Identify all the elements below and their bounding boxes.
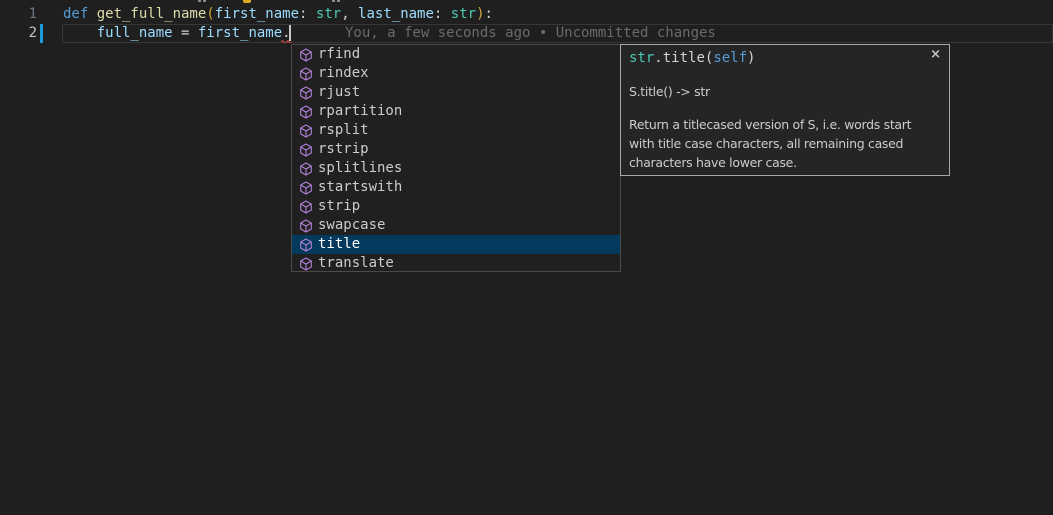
suggestion-item-strip[interactable]: strip (292, 197, 620, 216)
symbol-method-icon (299, 257, 313, 271)
clipped-text-artifact (198, 0, 201, 2)
doc-description: Return a titlecased version of S, i.e. w… (629, 115, 941, 172)
suggestion-label: translate (318, 254, 394, 273)
code-token: str (451, 6, 476, 22)
clipped-modified-dot-artifact (243, 0, 251, 3)
suggestion-item-title[interactable]: title (292, 235, 620, 254)
text-cursor (289, 25, 291, 41)
code-line-1[interactable]: def get_full_name(first_name: str, last_… (63, 5, 493, 24)
code-token: .title( (654, 50, 713, 66)
symbol-method-icon (299, 143, 313, 157)
symbol-method-icon (299, 238, 313, 252)
line-number-2: 2 (0, 24, 37, 43)
git-modified-gutter-indicator (40, 24, 43, 43)
suggestion-item-startswith[interactable]: startswith (292, 178, 620, 197)
suggestion-item-rindex[interactable]: rindex (292, 64, 620, 83)
doc-signature: str.title(self) (629, 49, 941, 68)
code-token: ) (476, 6, 484, 22)
suggestion-label: rpartition (318, 102, 402, 121)
symbol-method-icon (299, 105, 313, 119)
code-token (63, 25, 97, 41)
symbol-method-icon (299, 67, 313, 81)
code-token: : (485, 6, 493, 22)
doc-description-line: characters have lower case. (629, 153, 941, 172)
code-token: def (63, 6, 97, 22)
suggest-list: rfindrindexrjustrpartitionrsplitrstripsp… (292, 45, 620, 273)
suggest-widget: rfindrindexrjustrpartitionrsplitrstripsp… (291, 44, 621, 272)
suggestion-label: swapcase (318, 216, 385, 235)
code-token: str (316, 6, 341, 22)
close-icon[interactable]: × (930, 48, 941, 62)
suggest-docs-widget: str.title(self) S.title() -> str Return … (620, 44, 950, 176)
suggestion-label: rindex (318, 64, 369, 83)
symbol-method-icon (299, 124, 313, 138)
line-number-1: 1 (0, 5, 37, 24)
code-editor: 1 2 def get_full_name(first_name: str, l… (0, 0, 1053, 515)
suggestion-item-rpartition[interactable]: rpartition (292, 102, 620, 121)
git-blame-annotation: You, a few seconds ago • Uncommitted cha… (345, 24, 716, 43)
suggestion-item-rjust[interactable]: rjust (292, 83, 620, 102)
suggestion-item-rsplit[interactable]: rsplit (292, 121, 620, 140)
code-token: = (173, 25, 198, 41)
code-token: ( (206, 6, 214, 22)
suggestion-label: strip (318, 197, 360, 216)
code-token: first_name (198, 25, 282, 41)
code-token: last_name (358, 6, 434, 22)
suggestion-item-translate[interactable]: translate (292, 254, 620, 273)
suggestion-label: startswith (318, 178, 402, 197)
suggestion-item-swapcase[interactable]: swapcase (292, 216, 620, 235)
symbol-method-icon (299, 219, 313, 233)
suggestion-label: splitlines (318, 159, 402, 178)
suggestion-label: rstrip (318, 140, 369, 159)
suggestion-label: rfind (318, 45, 360, 64)
code-token: get_full_name (97, 6, 207, 22)
doc-returns-line: S.title() -> str (629, 82, 941, 101)
code-token: : (299, 6, 316, 22)
clipped-text-artifact (337, 0, 340, 2)
symbol-method-icon (299, 181, 313, 195)
symbol-method-icon (299, 86, 313, 100)
symbol-method-icon (299, 48, 313, 62)
code-token: self (713, 50, 747, 66)
code-token: str (629, 50, 654, 66)
code-token: full_name (97, 25, 173, 41)
doc-description-line: Return a titlecased version of S, i.e. w… (629, 115, 941, 134)
clipped-text-artifact (332, 0, 335, 2)
code-token: , (341, 6, 358, 22)
symbol-method-icon (299, 162, 313, 176)
code-token: : (434, 6, 451, 22)
doc-description-line: with title case characters, all remainin… (629, 134, 941, 153)
code-line-2[interactable]: full_name = first_name. (63, 24, 291, 43)
clipped-text-artifact (203, 0, 206, 2)
suggestion-label: title (318, 235, 360, 254)
suggestion-item-splitlines[interactable]: splitlines (292, 159, 620, 178)
suggestion-label: rjust (318, 83, 360, 102)
suggestion-label: rsplit (318, 121, 369, 140)
suggestion-item-rfind[interactable]: rfind (292, 45, 620, 64)
code-token: ) (747, 50, 755, 66)
symbol-method-icon (299, 200, 313, 214)
suggestion-item-rstrip[interactable]: rstrip (292, 140, 620, 159)
code-token: first_name (215, 6, 299, 22)
